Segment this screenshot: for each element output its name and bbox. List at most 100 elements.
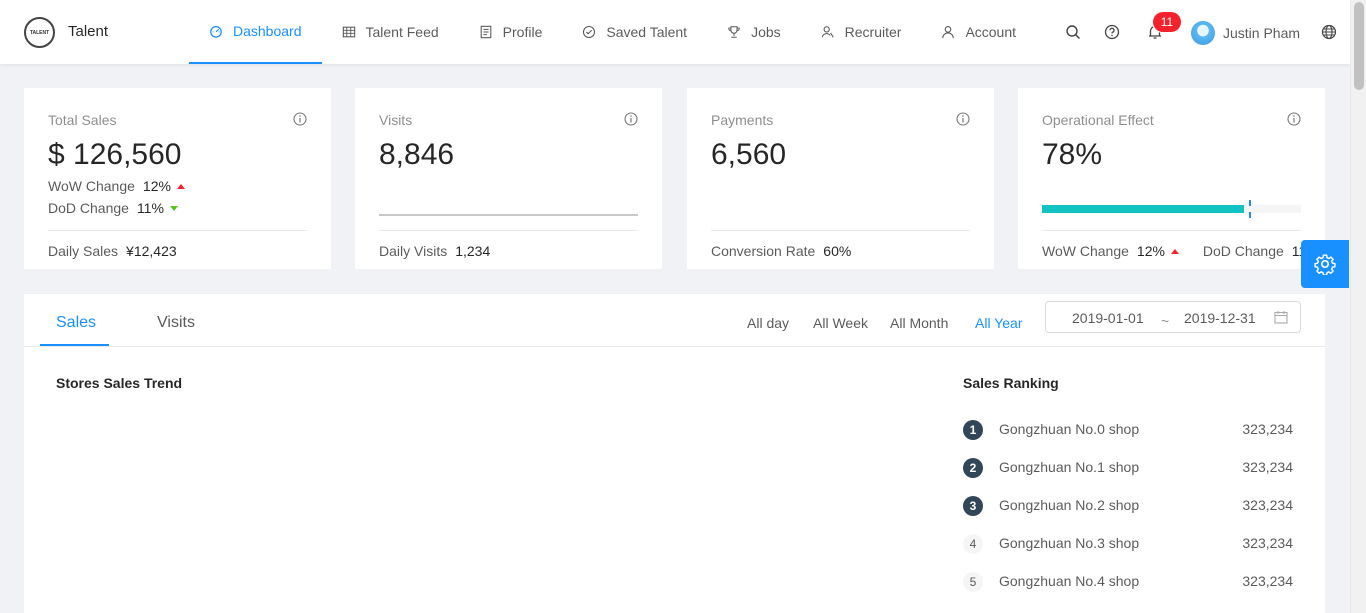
- footer-value: 1,234: [455, 243, 491, 259]
- tab-visits[interactable]: Visits: [157, 314, 195, 332]
- shop-name: Gongzhuan No.1 shop: [999, 459, 1140, 475]
- list-item: 2 Gongzhuan No.1 shop 323,234: [963, 452, 1293, 490]
- shop-name: Gongzhuan No.3 shop: [999, 535, 1140, 551]
- user-icon: [942, 26, 955, 39]
- shop-sales: 323,234: [1242, 573, 1293, 589]
- visits-mini-chart: [379, 214, 638, 216]
- progress-bar: [1042, 200, 1301, 218]
- card-footer: Conversion Rate 60%: [711, 243, 851, 259]
- settings-drawer-button[interactable]: [1301, 240, 1349, 288]
- main-nav: Dashboard Talent Feed Profile Saved Tale…: [189, 0, 1036, 64]
- nav-label: Saved Talent: [606, 24, 688, 40]
- card-value: 8,846: [379, 138, 455, 171]
- divider: [1042, 230, 1301, 231]
- date-separator: ~: [1161, 313, 1170, 329]
- nav-label: Dashboard: [233, 23, 302, 39]
- rank-number: 5: [963, 572, 983, 592]
- footer-label: Conversion Rate: [711, 243, 816, 259]
- card-title: Visits: [379, 112, 413, 128]
- shop-name: Gongzhuan No.0 shop: [999, 421, 1140, 437]
- tab-sales[interactable]: Sales: [56, 314, 96, 332]
- range-all-day[interactable]: All day: [747, 315, 789, 331]
- nav-account[interactable]: Account: [921, 0, 1036, 64]
- range-all-week[interactable]: All Week: [813, 315, 868, 331]
- nav-talent-feed[interactable]: Talent Feed: [322, 0, 459, 64]
- footer-value: 60%: [823, 243, 852, 259]
- info-icon[interactable]: [956, 112, 970, 126]
- list-item: 4 Gongzhuan No.3 shop 323,234: [963, 528, 1293, 566]
- nav-dashboard[interactable]: Dashboard: [189, 0, 322, 64]
- dod-value: 11%: [136, 200, 164, 216]
- footer-value: ¥12,423: [126, 243, 177, 259]
- nav-recruiter[interactable]: Recruiter: [801, 0, 922, 64]
- profile-icon: [480, 25, 492, 39]
- check-circle-icon: [583, 25, 596, 39]
- dod-label: DoD Change: [48, 200, 129, 216]
- search-icon[interactable]: [1065, 24, 1081, 40]
- info-icon[interactable]: [1287, 112, 1301, 126]
- nav-label: Talent Feed: [365, 24, 439, 40]
- shop-sales: 323,234: [1242, 535, 1293, 551]
- date-start[interactable]: 2019-01-01: [1072, 310, 1144, 326]
- sales-ranking-list: 1 Gongzhuan No.0 shop 323,234 2 Gongzhua…: [963, 414, 1293, 604]
- dashboard-icon: [210, 26, 222, 38]
- username[interactable]: Justin Pham: [1223, 25, 1300, 41]
- nav-label: Profile: [502, 24, 543, 40]
- range-all-month[interactable]: All Month: [890, 315, 948, 331]
- card-value: 78%: [1042, 138, 1103, 171]
- range-all-year[interactable]: All Year: [975, 315, 1022, 331]
- progress-fill: [1042, 205, 1245, 213]
- wow-label: WoW Change: [1042, 243, 1129, 259]
- list-item: 3 Gongzhuan No.2 shop 323,234: [963, 490, 1293, 528]
- rank-number: 4: [963, 534, 983, 554]
- list-item: 5 Gongzhuan No.4 shop 323,234: [963, 566, 1293, 604]
- globe-icon[interactable]: [1321, 24, 1337, 40]
- table-icon: [342, 26, 355, 38]
- total-sales-card: Total Sales $ 126,560 WoW Change 12% DoD …: [24, 88, 331, 269]
- rank-number: 1: [963, 420, 983, 440]
- caret-up-icon: [1170, 249, 1179, 254]
- nav-saved-talent[interactable]: Saved Talent: [562, 0, 707, 64]
- sales-panel: Sales Visits All day All Week All Month …: [24, 294, 1325, 613]
- avatar[interactable]: [1191, 21, 1215, 45]
- wow-label: WoW Change: [48, 178, 135, 194]
- nav-label: Jobs: [751, 24, 781, 40]
- operational-effect-card: Operational Effect 78% WoW Change 12% DoD…: [1018, 88, 1325, 269]
- card-footer: Daily Visits 1,234: [379, 243, 490, 259]
- wow-value: 12%: [1136, 243, 1165, 259]
- ranking-title: Sales Ranking: [963, 375, 1059, 391]
- footer-label: Daily Visits: [379, 243, 448, 259]
- calendar-icon: [1274, 311, 1288, 324]
- date-end[interactable]: 2019-12-31: [1184, 310, 1256, 326]
- payments-card: Payments 6,560 Conversion Rate 60%: [687, 88, 994, 269]
- brand-name[interactable]: Talent: [68, 23, 108, 40]
- info-icon[interactable]: [293, 112, 307, 126]
- tabs-bar: Sales Visits All day All Week All Month …: [24, 294, 1325, 347]
- footer-label: Daily Sales: [48, 243, 119, 259]
- card-footer: Daily Sales ¥12,423: [48, 243, 177, 259]
- help-icon[interactable]: [1104, 24, 1120, 40]
- active-tab-indicator: [40, 344, 109, 346]
- scrollbar-thumb[interactable]: [1354, 2, 1364, 90]
- page-scrollbar[interactable]: [1350, 0, 1366, 613]
- card-title: Payments: [711, 112, 774, 128]
- shop-name: Gongzhuan No.4 shop: [999, 573, 1140, 589]
- nav-label: Recruiter: [844, 24, 902, 40]
- divider: [379, 230, 638, 231]
- info-icon[interactable]: [624, 112, 638, 126]
- dod-change: DoD Change 11%: [48, 200, 178, 216]
- wow-value: 12%: [142, 178, 171, 194]
- trend-title: Stores Sales Trend: [56, 375, 183, 391]
- nav-jobs[interactable]: Jobs: [707, 0, 801, 64]
- date-range-picker[interactable]: 2019-01-01 ~ 2019-12-31: [1045, 301, 1301, 333]
- talent-logo[interactable]: TALENT: [24, 17, 55, 48]
- card-title: Operational Effect: [1042, 112, 1154, 128]
- card-title: Total Sales: [48, 112, 117, 128]
- notification-badge[interactable]: 11: [1153, 12, 1181, 32]
- card-value: $ 126,560: [48, 138, 182, 171]
- trophy-icon: [728, 26, 740, 38]
- nav-profile[interactable]: Profile: [459, 0, 563, 64]
- card-value: 6,560: [711, 138, 787, 171]
- recruiter-icon: [821, 26, 834, 38]
- rank-number: 2: [963, 458, 983, 478]
